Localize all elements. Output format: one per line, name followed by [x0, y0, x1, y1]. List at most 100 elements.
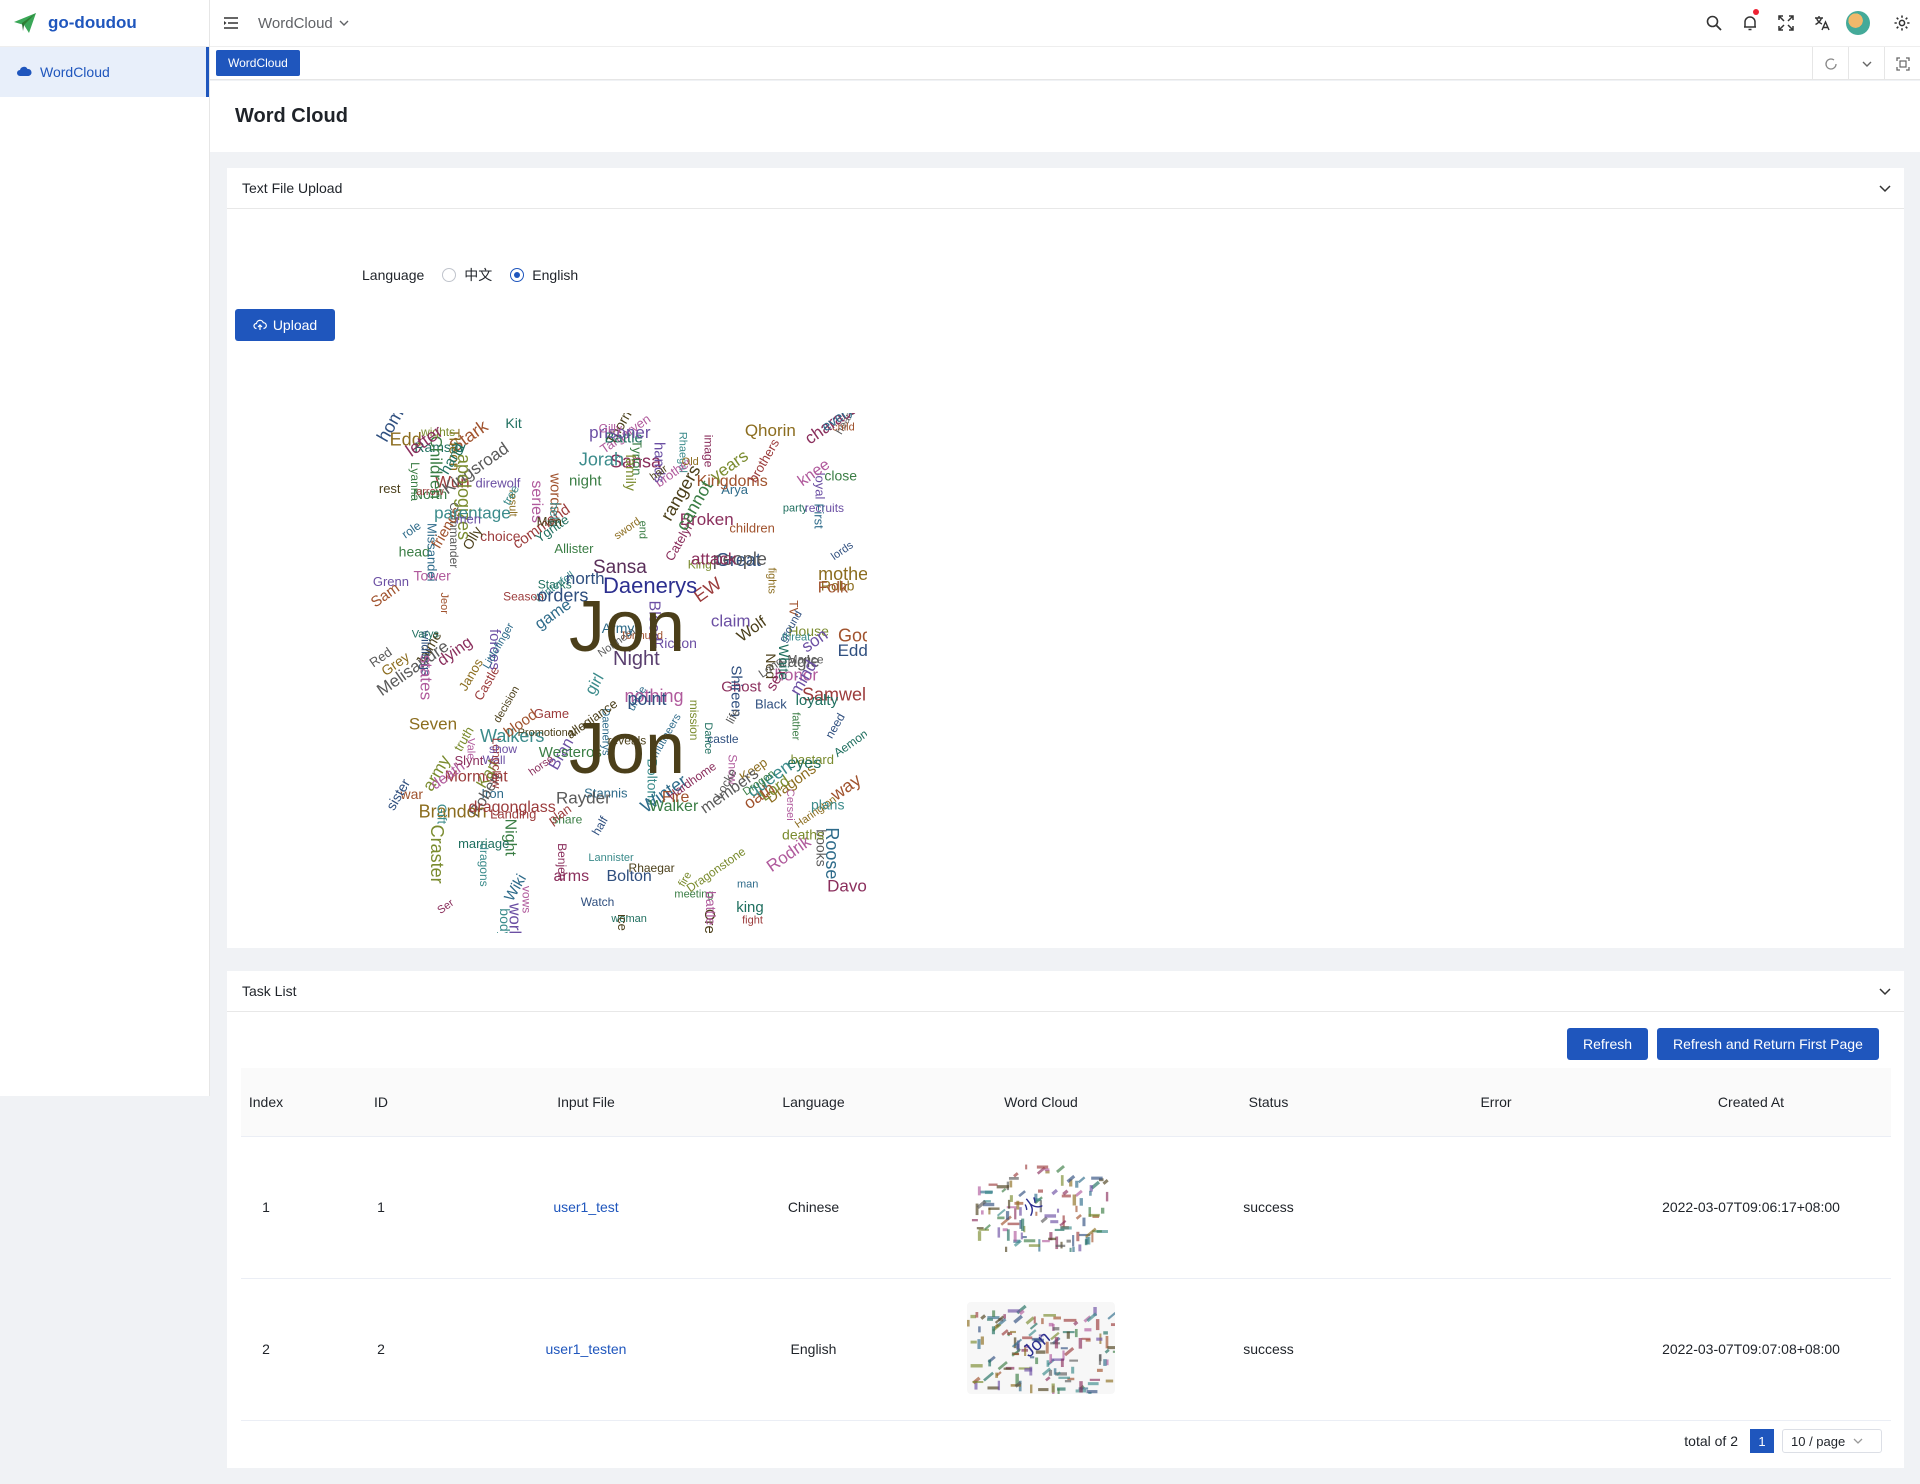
menu-fold-icon[interactable]: [222, 14, 240, 32]
word-cloud-word: arms: [554, 868, 590, 885]
language-button[interactable]: [1804, 0, 1840, 47]
radio-english[interactable]: [510, 268, 525, 282]
column-header-error[interactable]: Error: [1381, 1068, 1611, 1137]
word-cloud-word: children: [729, 520, 775, 535]
page-size-select[interactable]: 10 / page: [1782, 1429, 1882, 1453]
cell-status: success: [1156, 1136, 1381, 1279]
thumbnail-word: [1087, 1381, 1099, 1385]
thumbnail-word: [1089, 1190, 1092, 1196]
refresh-button[interactable]: Refresh: [1567, 1028, 1649, 1060]
column-header-created-at[interactable]: Created At: [1611, 1068, 1891, 1137]
word-cloud-word: fight: [742, 915, 763, 927]
word-cloud-word: attack: [691, 550, 737, 569]
word-cloud-word: point: [628, 689, 667, 709]
notification-dot: [1753, 8, 1759, 15]
sidebar-item-wordcloud[interactable]: WordCloud: [0, 47, 209, 97]
word-cloud-word: rest: [379, 481, 401, 496]
radio-chinese-label[interactable]: 中文: [464, 265, 492, 285]
refresh-first-page-button[interactable]: Refresh and Return First Page: [1657, 1028, 1879, 1060]
word-cloud-word: body: [497, 908, 513, 933]
thumbnail-word: [972, 1380, 984, 1383]
translate-icon: [1815, 16, 1830, 31]
word-cloud-thumbnail[interactable]: Jon: [966, 1301, 1122, 1401]
word-cloud-word: close: [824, 467, 857, 483]
word-cloud-word: Rhaegar: [629, 861, 675, 875]
thumbnail-word: [1020, 1231, 1023, 1239]
user-avatar-button[interactable]: [1840, 0, 1876, 47]
app-logo[interactable]: go-doudou: [0, 0, 209, 47]
column-header-word-cloud[interactable]: Word Cloud: [926, 1068, 1156, 1137]
thumbnail-word: [1086, 1389, 1098, 1393]
collapse-chevron-icon[interactable]: [1878, 984, 1892, 998]
column-header-input-file[interactable]: Input File: [471, 1068, 701, 1137]
notifications-button[interactable]: [1732, 0, 1768, 47]
thumbnail-word: [1048, 1237, 1057, 1240]
input-file-link[interactable]: user1_testen: [546, 1341, 627, 1357]
word-cloud-thumbnail[interactable]: 火: [967, 1160, 1115, 1258]
thumbnail-word: [1107, 1345, 1116, 1349]
column-header-index[interactable]: Index: [241, 1068, 291, 1137]
thumbnail-word: [1107, 1311, 1117, 1320]
thumbnail-word: [975, 1311, 979, 1318]
upload-button[interactable]: Upload: [235, 309, 335, 341]
task-card-header[interactable]: Task List: [227, 971, 1904, 1012]
upload-cloud-icon: [253, 319, 267, 330]
thumbnail-word: [1022, 1235, 1027, 1238]
reload-tab-button[interactable]: [1812, 47, 1848, 80]
word-cloud-word: Fire: [662, 789, 690, 806]
thumbnail-word: [988, 1359, 992, 1366]
fullscreen-button[interactable]: [1768, 0, 1804, 47]
thumbnail-word: [1007, 1222, 1020, 1225]
thumbnail-word: [971, 1218, 978, 1221]
thumbnail-word: [1091, 1176, 1103, 1180]
upload-card-header[interactable]: Text File Upload: [227, 168, 1904, 209]
thumbnail-word: [1014, 1207, 1017, 1219]
thumbnail-word: [1038, 1387, 1049, 1391]
thumbnail-word: [1023, 1238, 1036, 1242]
column-header-status[interactable]: Status: [1156, 1068, 1381, 1137]
word-cloud-word: Missandei: [425, 523, 440, 582]
breadcrumb[interactable]: WordCloud: [258, 15, 349, 32]
column-header-language[interactable]: Language: [701, 1068, 926, 1137]
thumbnail-word: [997, 1226, 1001, 1238]
input-file-link[interactable]: user1_test: [553, 1199, 618, 1215]
page-header: Word Cloud: [210, 81, 1920, 152]
thumbnail-word: [1056, 1208, 1060, 1213]
thumbnail-word: [1025, 1315, 1035, 1325]
thumbnail-word: [1091, 1232, 1094, 1242]
settings-button[interactable]: [1884, 0, 1920, 47]
tab-menu-button[interactable]: [1848, 47, 1884, 80]
breadcrumb-item: WordCloud: [258, 14, 333, 32]
thumbnail-word: [977, 1230, 982, 1241]
thumbnail-word: [1013, 1171, 1019, 1177]
word-cloud-word: night: [569, 472, 602, 489]
page-number-button[interactable]: 1: [1750, 1429, 1774, 1453]
thumbnail-word: [1075, 1213, 1082, 1220]
thumbnail-word: [1044, 1213, 1057, 1218]
thumbnail-word: [1072, 1246, 1075, 1256]
radio-chinese[interactable]: [442, 268, 457, 282]
search-button[interactable]: [1696, 0, 1732, 47]
column-header-id[interactable]: ID: [291, 1068, 471, 1137]
word-cloud-word: Dance: [702, 722, 714, 754]
word-cloud-word: Roose: [822, 827, 842, 879]
maximize-tab-button[interactable]: [1884, 47, 1920, 80]
word-cloud-word: Grenn: [373, 574, 409, 589]
radio-english-label[interactable]: English: [532, 267, 578, 283]
word-cloud-word: mission: [687, 700, 701, 741]
thumbnail-word: [1045, 1375, 1051, 1381]
word-cloud-word: father: [789, 712, 801, 740]
word-cloud-word: need: [822, 711, 847, 741]
thumbnail-word: [977, 1185, 981, 1195]
word-cloud-word: choice: [480, 528, 521, 544]
thumbnail-word: [1044, 1167, 1050, 1171]
thumbnail-word: [992, 1309, 996, 1317]
tab-wordcloud[interactable]: WordCloud: [216, 50, 300, 76]
thumbnail-word: [1042, 1239, 1050, 1242]
collapse-chevron-icon[interactable]: [1878, 181, 1892, 195]
word-cloud-word: states: [417, 655, 436, 700]
thumbnail-word: [1013, 1230, 1017, 1242]
paper-plane-logo-icon: [14, 13, 36, 33]
thumbnail-word: [1035, 1357, 1039, 1364]
word-cloud-word: Allister: [554, 541, 594, 556]
